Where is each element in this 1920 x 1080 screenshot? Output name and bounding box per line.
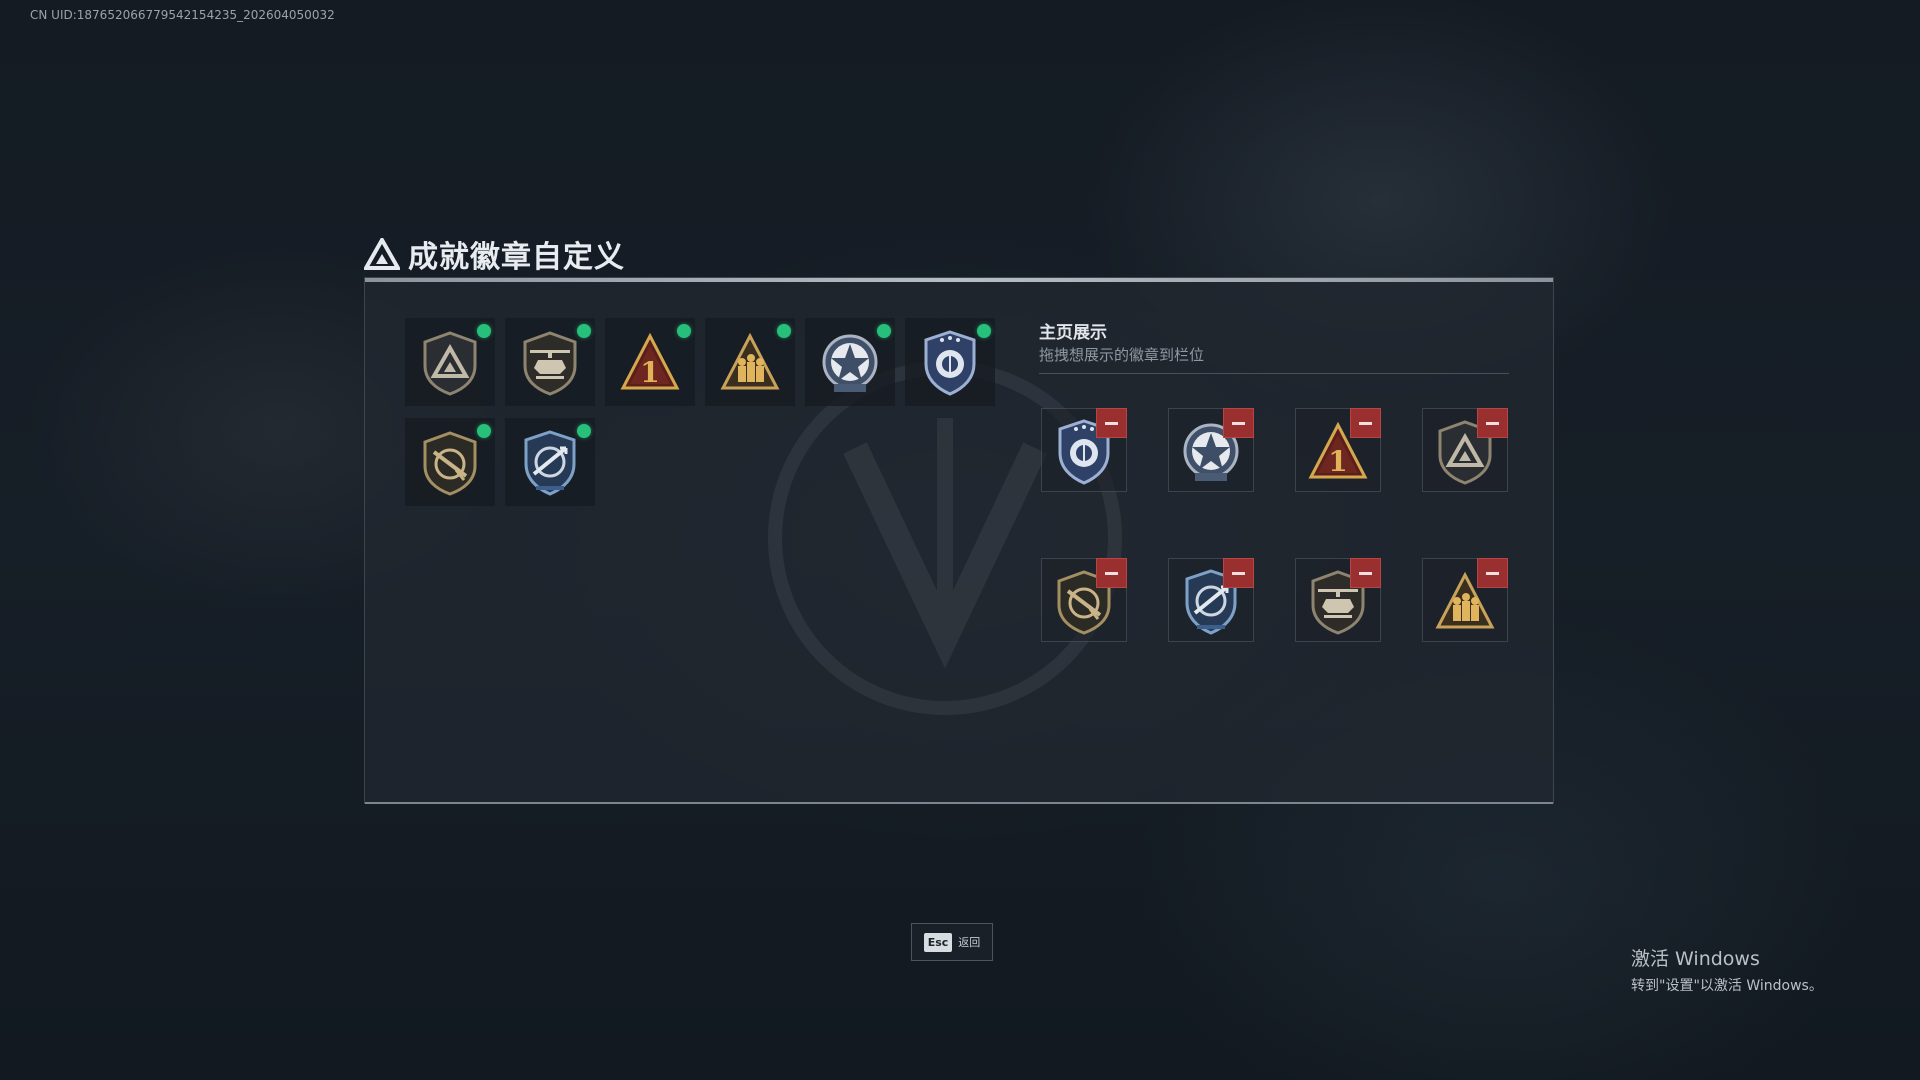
divider <box>1039 373 1509 374</box>
remove-button[interactable] <box>1350 408 1381 438</box>
selected-indicator <box>677 324 691 338</box>
back-label: 返回 <box>958 936 981 949</box>
panel-top-border <box>365 278 1553 282</box>
selected-indicator <box>477 424 491 438</box>
inventory-badge-2[interactable] <box>505 318 595 406</box>
helicopter-shield-badge-icon <box>520 330 580 396</box>
windows-activation-watermark: 激活 Windows 转到"设置"以激活 Windows。 <box>1631 944 1823 995</box>
eagle-shield-badge-icon <box>920 330 980 396</box>
showcase-slot-5[interactable] <box>1041 558 1127 642</box>
showcase-slot-8[interactable] <box>1422 558 1508 642</box>
showcase-slot-2[interactable] <box>1168 408 1254 492</box>
page-title: 成就徽章自定义 <box>408 240 625 275</box>
showcase-slot-1[interactable] <box>1041 408 1127 492</box>
remove-button[interactable] <box>1477 558 1508 588</box>
showcase-subtitle: 拖拽想展示的徽章到栏位 <box>1039 346 1205 364</box>
mountain-shield-badge-icon <box>420 330 480 396</box>
inventory-badge-1[interactable] <box>405 318 495 406</box>
showcase-slot-4[interactable] <box>1422 408 1508 492</box>
inventory-badge-5[interactable] <box>805 318 895 406</box>
number-one-triangle-badge-icon <box>620 330 680 396</box>
arrows-shield-badge-icon <box>520 430 580 496</box>
esc-key-hint: Esc <box>923 932 953 952</box>
remove-button[interactable] <box>1223 408 1254 438</box>
inventory-badge-4[interactable] <box>705 318 795 406</box>
watermark-line-2: 转到"设置"以激活 Windows。 <box>1631 978 1823 994</box>
watermark-line-1: 激活 Windows <box>1631 948 1760 970</box>
star-medal-badge-icon <box>820 330 880 396</box>
selected-indicator <box>577 424 591 438</box>
remove-button[interactable] <box>1223 558 1254 588</box>
showcase-slot-7[interactable] <box>1295 558 1381 642</box>
showcase-slot-6[interactable] <box>1168 558 1254 642</box>
selected-indicator <box>577 324 591 338</box>
showcase-title: 主页展示 <box>1039 323 1107 343</box>
remove-button[interactable] <box>1096 558 1127 588</box>
inventory-badge-3[interactable] <box>605 318 695 406</box>
showcase-slot-3[interactable] <box>1295 408 1381 492</box>
selected-indicator <box>977 324 991 338</box>
inventory-badge-7[interactable] <box>405 418 495 506</box>
selected-indicator <box>477 324 491 338</box>
uid-label: CN UID:187652066779542154235_20260405003… <box>30 8 335 22</box>
badge-customization-panel: 主页展示 拖拽想展示的徽章到栏位 <box>364 277 1554 804</box>
remove-button[interactable] <box>1477 408 1508 438</box>
selected-indicator <box>877 324 891 338</box>
rifle-shield-badge-icon <box>420 430 480 496</box>
soldiers-triangle-badge-icon <box>720 330 780 396</box>
remove-button[interactable] <box>1350 558 1381 588</box>
selected-indicator <box>777 324 791 338</box>
inventory-badge-6[interactable] <box>905 318 995 406</box>
triangle-logo-icon <box>364 238 400 270</box>
inventory-badge-8[interactable] <box>505 418 595 506</box>
panel-bottom-border <box>365 802 1553 804</box>
page-header: 成就徽章自定义 <box>364 232 625 276</box>
remove-button[interactable] <box>1096 408 1127 438</box>
back-button[interactable]: Esc 返回 <box>911 923 993 961</box>
